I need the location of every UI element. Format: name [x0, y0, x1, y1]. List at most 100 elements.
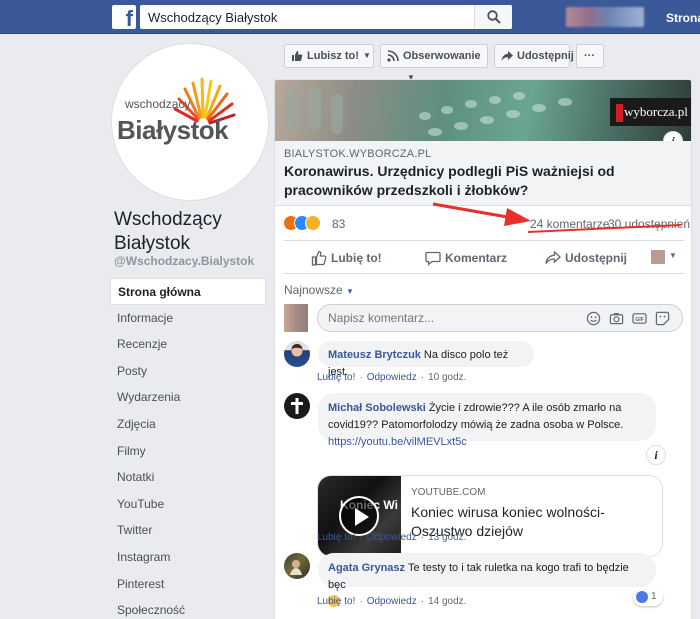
- comments-count-link[interactable]: 24 komentarze: [530, 217, 609, 231]
- more-options-button[interactable]: ···: [576, 44, 604, 68]
- chevron-down-icon: ▼: [346, 287, 354, 296]
- share-post-label: Udostępnij: [565, 251, 627, 265]
- current-user-avatar[interactable]: [284, 304, 308, 332]
- link-title: Koronawirus. Urzędnicy podlegli PiS ważn…: [284, 163, 615, 198]
- share-as-avatar[interactable]: [651, 250, 665, 264]
- commenter-avatar[interactable]: [284, 393, 310, 419]
- chevron-down-icon[interactable]: ▼: [669, 251, 677, 260]
- nav-item-reviews[interactable]: Recenzje: [110, 331, 266, 358]
- rss-follow-icon: [387, 50, 399, 62]
- share-arrow-icon: [545, 250, 561, 264]
- search-box: [140, 5, 512, 29]
- share-arrow-icon: [501, 51, 513, 61]
- nav-item-instagram[interactable]: Instagram: [110, 544, 266, 571]
- emoji-icon[interactable]: [586, 311, 601, 326]
- more-options-label: ···: [584, 50, 595, 62]
- comment-label: Komentarz: [445, 251, 508, 265]
- person-silhouette-icon: [291, 344, 303, 357]
- shares-count-link[interactable]: 30 udostępnień: [608, 217, 690, 231]
- commenter-avatar[interactable]: [284, 553, 310, 579]
- nav-item-notes[interactable]: Notatki: [110, 464, 266, 491]
- comment-composer[interactable]: GIF: [317, 304, 683, 332]
- search-button[interactable]: [474, 5, 512, 29]
- commenter-avatar[interactable]: [284, 341, 310, 367]
- nav-item-videos[interactable]: Filmy: [110, 438, 266, 465]
- nav-item-posts[interactable]: Posty: [110, 358, 266, 385]
- chevron-down-icon: ▼: [362, 51, 371, 61]
- comment-bubble: Michał Sobolewski Życie i zdrowie??? A il…: [318, 393, 656, 448]
- comment-author[interactable]: Michał Sobolewski: [328, 402, 426, 414]
- comment-bubble: Mateusz Brytczuk Na disco polo też jest.: [318, 341, 534, 378]
- page-handle[interactable]: @Wschodzacy.Bialystok: [114, 254, 254, 268]
- comment-time[interactable]: 10 godz.: [428, 372, 466, 383]
- nav-item-events[interactable]: Wydarzenia: [110, 384, 266, 411]
- reaction-count[interactable]: 83: [332, 217, 345, 231]
- nav-item-community[interactable]: Społeczność: [110, 597, 266, 619]
- logo-text-big: Białystok: [117, 115, 229, 145]
- comment-bubble-icon: [425, 251, 441, 266]
- wyborcza-text: wyborcza.pl: [624, 104, 688, 119]
- like-post-button[interactable]: Lubię to!: [311, 249, 382, 267]
- like-reaction-icon: [636, 591, 648, 603]
- person-silhouette-icon: [290, 560, 302, 575]
- like-page-button[interactable]: Lubisz to! ▼: [284, 44, 374, 68]
- post-card: wyborcza.pl i BIALYSTOK.WYBORCZA.PL Koro…: [274, 79, 692, 619]
- search-icon: [487, 10, 501, 24]
- comment-time[interactable]: 14 godz.: [428, 596, 466, 607]
- comment-input[interactable]: [318, 305, 573, 331]
- video-domain: YOUTUBE.COM: [411, 487, 486, 498]
- logo-text-small: wschodzący: [125, 97, 191, 111]
- home-link[interactable]: Strona: [666, 11, 700, 25]
- facebook-logo-icon[interactable]: f: [112, 5, 136, 29]
- comment-like-link[interactable]: Lubię to!: [317, 532, 355, 543]
- comment-button[interactable]: Komentarz: [425, 249, 507, 267]
- like-page-label: Lubisz to!: [307, 50, 359, 62]
- share-post-button[interactable]: Udostępnij: [545, 249, 627, 267]
- gif-icon[interactable]: GIF: [632, 311, 647, 326]
- info-icon[interactable]: i: [646, 445, 666, 465]
- camera-icon[interactable]: [609, 311, 624, 326]
- thumbs-up-icon: [292, 51, 303, 61]
- sort-label: Najnowsze: [284, 283, 343, 297]
- wyborcza-logo-icon: [616, 104, 623, 123]
- search-input[interactable]: [140, 5, 474, 29]
- nav-item-pinterest[interactable]: Pinterest: [110, 571, 266, 598]
- comment-author[interactable]: Mateusz Brytczuk: [328, 349, 421, 361]
- link-preview-image[interactable]: wyborcza.pl i: [275, 80, 691, 151]
- youtube-link-preview[interactable]: Koniec Wi koniec YOUTUBE.COM Koniec wiru…: [317, 475, 663, 557]
- nav-item-about[interactable]: Informacje: [110, 305, 266, 332]
- nav-item-photos[interactable]: Zdjęcia: [110, 411, 266, 438]
- comment-sort-dropdown[interactable]: Najnowsze ▼: [284, 283, 354, 297]
- comment-actions: Lubię to! · Odpowiedz · 13 godz.: [317, 532, 467, 543]
- follow-label: Obserwowanie: [403, 50, 481, 62]
- comment-reaction-count[interactable]: 1: [633, 588, 663, 606]
- cross-icon: [291, 398, 303, 414]
- video-thumbnail: Koniec Wi koniec: [318, 476, 401, 556]
- comment-reply-link[interactable]: Odpowiedz: [367, 596, 417, 607]
- follow-button[interactable]: Obserwowanie▼: [380, 44, 488, 82]
- wyborcza-badge: wyborcza.pl: [610, 98, 691, 126]
- nav-item-youtube[interactable]: YouTube: [110, 491, 266, 518]
- share-page-label: Udostępnij: [517, 50, 574, 62]
- comment-time[interactable]: 13 godz.: [428, 532, 466, 543]
- svg-text:GIF: GIF: [635, 317, 644, 323]
- page-name[interactable]: Wschodzący Białystok: [114, 208, 264, 256]
- top-bar: f Strona: [0, 0, 700, 34]
- nav-item-twitter[interactable]: Twitter: [110, 517, 266, 544]
- comment-actions: Lubię to! · Odpowiedz · 14 godz.: [317, 596, 467, 607]
- comment-reply-link[interactable]: Odpowiedz: [367, 372, 417, 383]
- comment-like-link[interactable]: Lubię to!: [317, 372, 355, 383]
- play-icon[interactable]: [339, 496, 379, 536]
- comment-author[interactable]: Agata Grynasz: [328, 562, 405, 574]
- nav-item-home[interactable]: Strona główna: [110, 278, 266, 305]
- comment-like-link[interactable]: Lubię to!: [317, 596, 355, 607]
- profile-avatar-blurred[interactable]: [566, 7, 644, 27]
- share-page-button[interactable]: Udostępnij: [494, 44, 574, 68]
- page-profile-picture[interactable]: wschodzący Białystok: [112, 44, 268, 200]
- sticker-icon[interactable]: [655, 311, 670, 326]
- link-preview-meta[interactable]: BIALYSTOK.WYBORCZA.PL Koronawirus. Urzęd…: [275, 141, 691, 206]
- comment-reply-link[interactable]: Odpowiedz: [367, 532, 417, 543]
- like-post-label: Lubię to!: [331, 251, 382, 265]
- comment-youtube-link[interactable]: https://youtu.be/vilMEVLxt5c: [328, 436, 467, 448]
- divider: [283, 240, 685, 241]
